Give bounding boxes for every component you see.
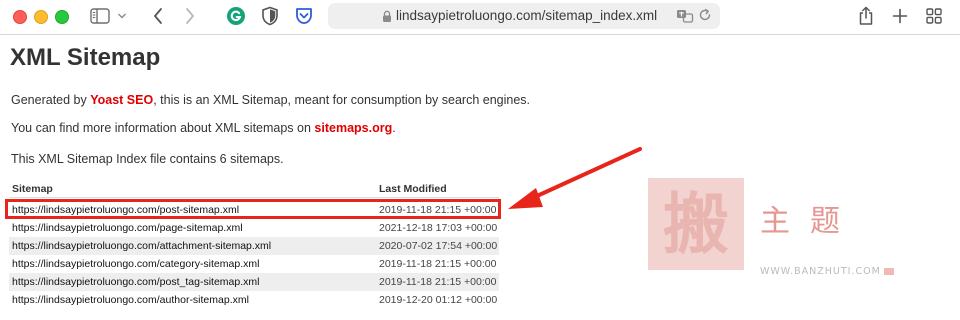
back-button[interactable]	[146, 4, 170, 28]
share-icon	[859, 6, 873, 25]
sitemap-count-text: This XML Sitemap Index file contains 6 s…	[11, 152, 284, 166]
translate-icon	[677, 10, 694, 23]
url-text: lindsaypietroluongo.com/sitemap_index.xm…	[396, 8, 658, 23]
zoom-window-button[interactable]	[55, 10, 69, 24]
chevron-left-icon	[154, 8, 162, 24]
close-window-button[interactable]	[13, 10, 27, 24]
header-divider	[9, 197, 499, 198]
page-content: XML Sitemap Generated by Yoast SEO, this…	[0, 35, 960, 320]
watermark-url: WWW.BANZHUTI.COM	[760, 266, 894, 277]
highlight-box	[5, 199, 501, 219]
chevron-down-icon	[118, 13, 126, 19]
grid-icon	[926, 8, 942, 24]
sitemap-column-header: Sitemap	[12, 183, 53, 195]
last-modified-column-header: Last Modified	[379, 183, 447, 195]
share-button[interactable]	[854, 4, 878, 28]
annotation-arrow	[508, 147, 642, 209]
last-modified-cell: 2019-11-18 21:15 +00:00	[379, 276, 497, 288]
address-bar[interactable]: lindsaypietroluongo.com/sitemap_index.xm…	[328, 3, 720, 29]
translate-button[interactable]	[676, 7, 694, 25]
table-row: https://lindsaypietroluongo.com/attachme…	[9, 237, 499, 255]
watermark-seal: 搬	[648, 178, 744, 270]
plus-icon	[892, 8, 908, 24]
last-modified-cell: 2021-12-18 17:03 +00:00	[379, 222, 498, 234]
generated-prefix: Generated by	[11, 93, 91, 107]
sitemap-link[interactable]: https://lindsaypietroluongo.com/post_tag…	[12, 276, 259, 288]
sidebar-menu-button[interactable]	[114, 4, 130, 28]
browser-toolbar: lindsaypietroluongo.com/sitemap_index.xm…	[0, 0, 960, 35]
sitemap-link[interactable]: https://lindsaypietroluongo.com/category…	[12, 258, 259, 270]
last-modified-cell: 2020-07-02 17:54 +00:00	[379, 240, 498, 252]
yoast-seo-link[interactable]: Yoast SEO	[90, 93, 153, 107]
grammarly-extension-button[interactable]	[224, 4, 248, 28]
forward-button[interactable]	[178, 4, 202, 28]
sitemap-link[interactable]: https://lindsaypietroluongo.com/page-sit…	[12, 222, 243, 234]
watermark-characters: 主题	[760, 204, 860, 239]
sitemap-link[interactable]: https://lindsaypietroluongo.com/attachme…	[12, 240, 271, 252]
last-modified-cell: 2019-12-20 01:12 +00:00	[379, 294, 498, 306]
table-row: https://lindsaypietroluongo.com/category…	[9, 255, 499, 273]
watermark-marker	[883, 268, 894, 275]
generated-by-text: Generated by Yoast SEO, this is an XML S…	[11, 93, 530, 107]
shield-icon	[262, 6, 278, 26]
info-suffix: .	[392, 121, 396, 135]
table-row: https://lindsaypietroluongo.com/post_tag…	[9, 273, 499, 291]
grammarly-icon	[227, 7, 245, 25]
sidebar-icon	[90, 8, 110, 24]
last-modified-cell: 2019-11-18 21:15 +00:00	[379, 258, 497, 270]
table-row: https://lindsaypietroluongo.com/author-s…	[9, 291, 499, 309]
sitemaps-org-link[interactable]: sitemaps.org	[314, 121, 392, 135]
more-info-text: You can find more information about XML …	[11, 121, 396, 135]
privacy-extension-button[interactable]	[258, 4, 282, 28]
reload-icon	[699, 8, 711, 21]
sitemap-link[interactable]: https://lindsaypietroluongo.com/author-s…	[12, 294, 249, 306]
chevron-right-icon	[186, 8, 194, 24]
page-title: XML Sitemap	[10, 44, 161, 71]
lock-icon	[383, 10, 391, 22]
watermark-glyph: 搬	[663, 185, 729, 263]
info-prefix: You can find more information about XML …	[11, 121, 315, 135]
reload-button[interactable]	[698, 8, 714, 24]
watermark-url-text: WWW.BANZHUTI.COM	[760, 266, 881, 277]
pocket-icon	[296, 8, 312, 24]
pocket-extension-button[interactable]	[292, 4, 316, 28]
table-row: https://lindsaypietroluongo.com/page-sit…	[9, 219, 499, 237]
sidebar-toggle-button[interactable]	[88, 4, 112, 28]
minimize-window-button[interactable]	[34, 10, 48, 24]
new-tab-button[interactable]	[888, 4, 912, 28]
generated-suffix: , this is an XML Sitemap, meant for cons…	[153, 93, 531, 107]
tab-overview-button[interactable]	[922, 4, 946, 28]
watermark: 搬 主题 WWW.BANZHUTI.COM	[648, 178, 894, 298]
